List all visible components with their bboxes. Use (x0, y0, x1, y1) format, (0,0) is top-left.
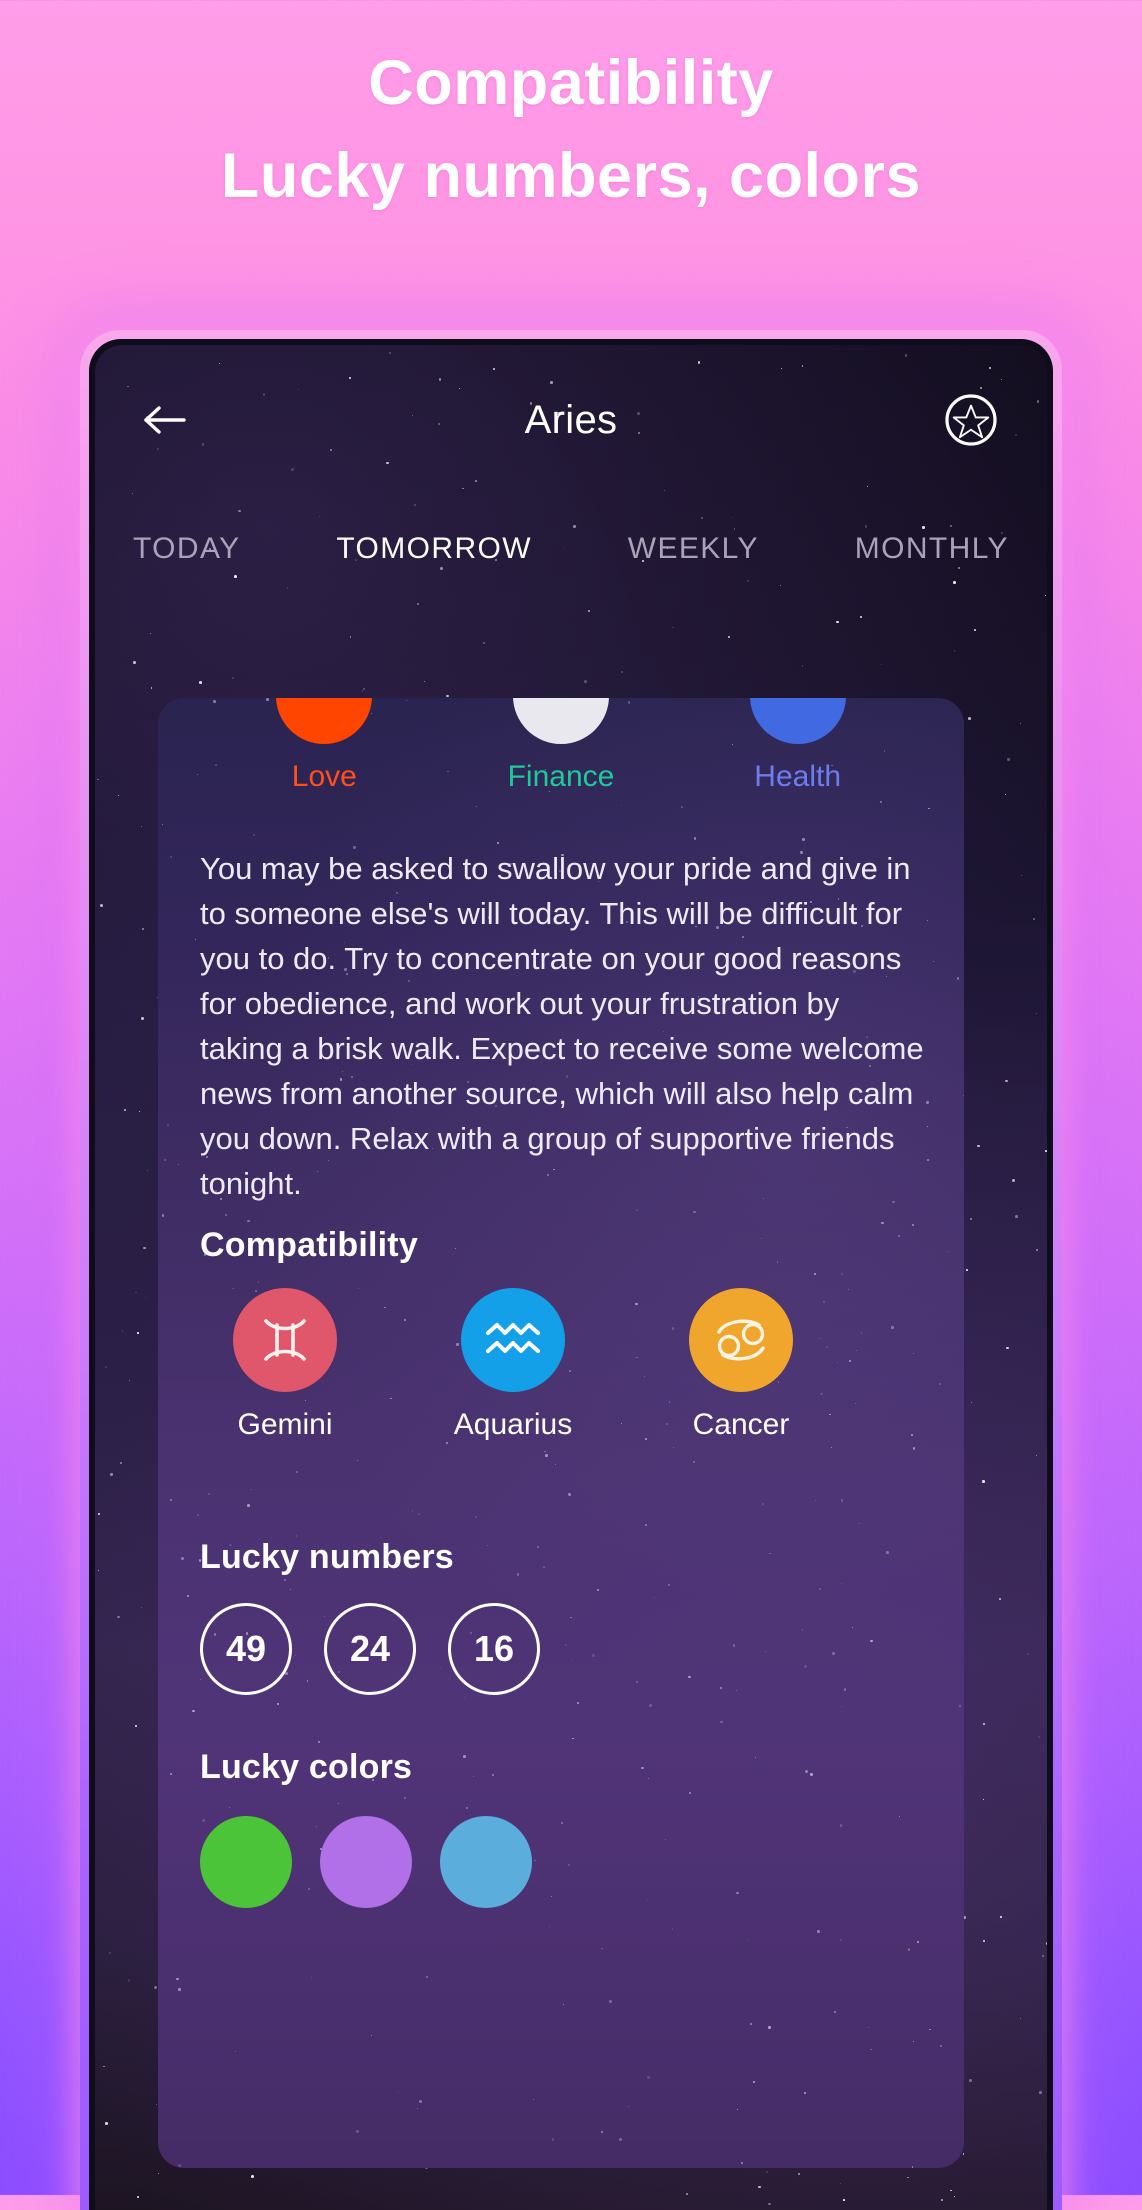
gemini-avatar (233, 1288, 337, 1392)
metric-health[interactable]: Health (723, 698, 873, 794)
cancer-avatar (689, 1288, 793, 1392)
pentagram-button[interactable] (941, 390, 1001, 450)
love-progress-ring (276, 698, 373, 744)
promo-line-1: Compatibility (368, 48, 774, 118)
tab-tomorrow[interactable]: TOMORROW (330, 526, 538, 572)
lucky-colors-heading: Lucky colors (200, 1748, 413, 1786)
metric-label-love: Love (291, 760, 357, 793)
compatibility-item-aquarius[interactable]: Aquarius (428, 1288, 598, 1442)
compatibility-item-gemini[interactable]: Gemini (200, 1288, 370, 1442)
tab-weekly[interactable]: WEEKLY (622, 526, 765, 572)
horoscope-text: You may be asked to swallow your pride a… (200, 851, 924, 1201)
compatibility-label-aquarius: Aquarius (453, 1408, 573, 1441)
metric-finance[interactable]: Finance (486, 698, 636, 794)
lucky-number-chip[interactable]: 24 (324, 1603, 416, 1695)
health-progress-ring (749, 698, 846, 744)
phone-device-frame: Aries TODAY TOMORROW WEEKLY MONTHLY Love… (80, 330, 1062, 2210)
compatibility-row: Gemini Aquarius Cancer (200, 1288, 924, 1442)
metric-label-health: Health (754, 760, 841, 793)
lucky-color-swatch[interactable] (200, 1816, 292, 1908)
aquarius-icon (486, 1323, 540, 1353)
aquarius-avatar (461, 1288, 565, 1392)
compatibility-item-cancer[interactable]: Cancer (656, 1288, 826, 1442)
metrics-row: Love Finance Health (158, 698, 964, 794)
lucky-colors-row (200, 1816, 532, 1908)
finance-progress-ring (512, 698, 609, 744)
tab-today[interactable]: TODAY (127, 526, 247, 572)
cancer-icon (717, 1319, 765, 1361)
app-bar: Aries (95, 345, 1047, 495)
lucky-number-chip[interactable]: 49 (200, 1603, 292, 1695)
promo-line-2: Lucky numbers, colors (220, 140, 922, 211)
tab-monthly[interactable]: MONTHLY (849, 526, 1015, 572)
phone-screen: Aries TODAY TOMORROW WEEKLY MONTHLY Love… (95, 345, 1047, 2210)
period-tabs: TODAY TOMORROW WEEKLY MONTHLY (95, 495, 1047, 603)
arrow-left-icon (144, 406, 186, 434)
compatibility-label-gemini: Gemini (237, 1408, 333, 1441)
compatibility-heading: Compatibility (200, 1226, 418, 1264)
lucky-color-swatch[interactable] (440, 1816, 532, 1908)
promo-header: Compatibility Lucky numbers, colors (0, 0, 1142, 211)
back-button[interactable] (139, 394, 191, 446)
pentagram-icon (945, 394, 997, 446)
lucky-numbers-row: 49 24 16 (200, 1603, 540, 1695)
phone-bezel: Aries TODAY TOMORROW WEEKLY MONTHLY Love… (89, 339, 1053, 2210)
lucky-number-chip[interactable]: 16 (448, 1603, 540, 1695)
lucky-color-swatch[interactable] (320, 1816, 412, 1908)
metric-love[interactable]: Love (249, 698, 399, 794)
compatibility-label-cancer: Cancer (692, 1408, 790, 1441)
metric-label-finance: Finance (507, 760, 615, 793)
page-title: Aries (524, 397, 618, 442)
horoscope-card: Love Finance Health You may be asked to … (158, 698, 964, 2168)
lucky-numbers-heading: Lucky numbers (200, 1538, 454, 1576)
gemini-icon (264, 1319, 306, 1361)
